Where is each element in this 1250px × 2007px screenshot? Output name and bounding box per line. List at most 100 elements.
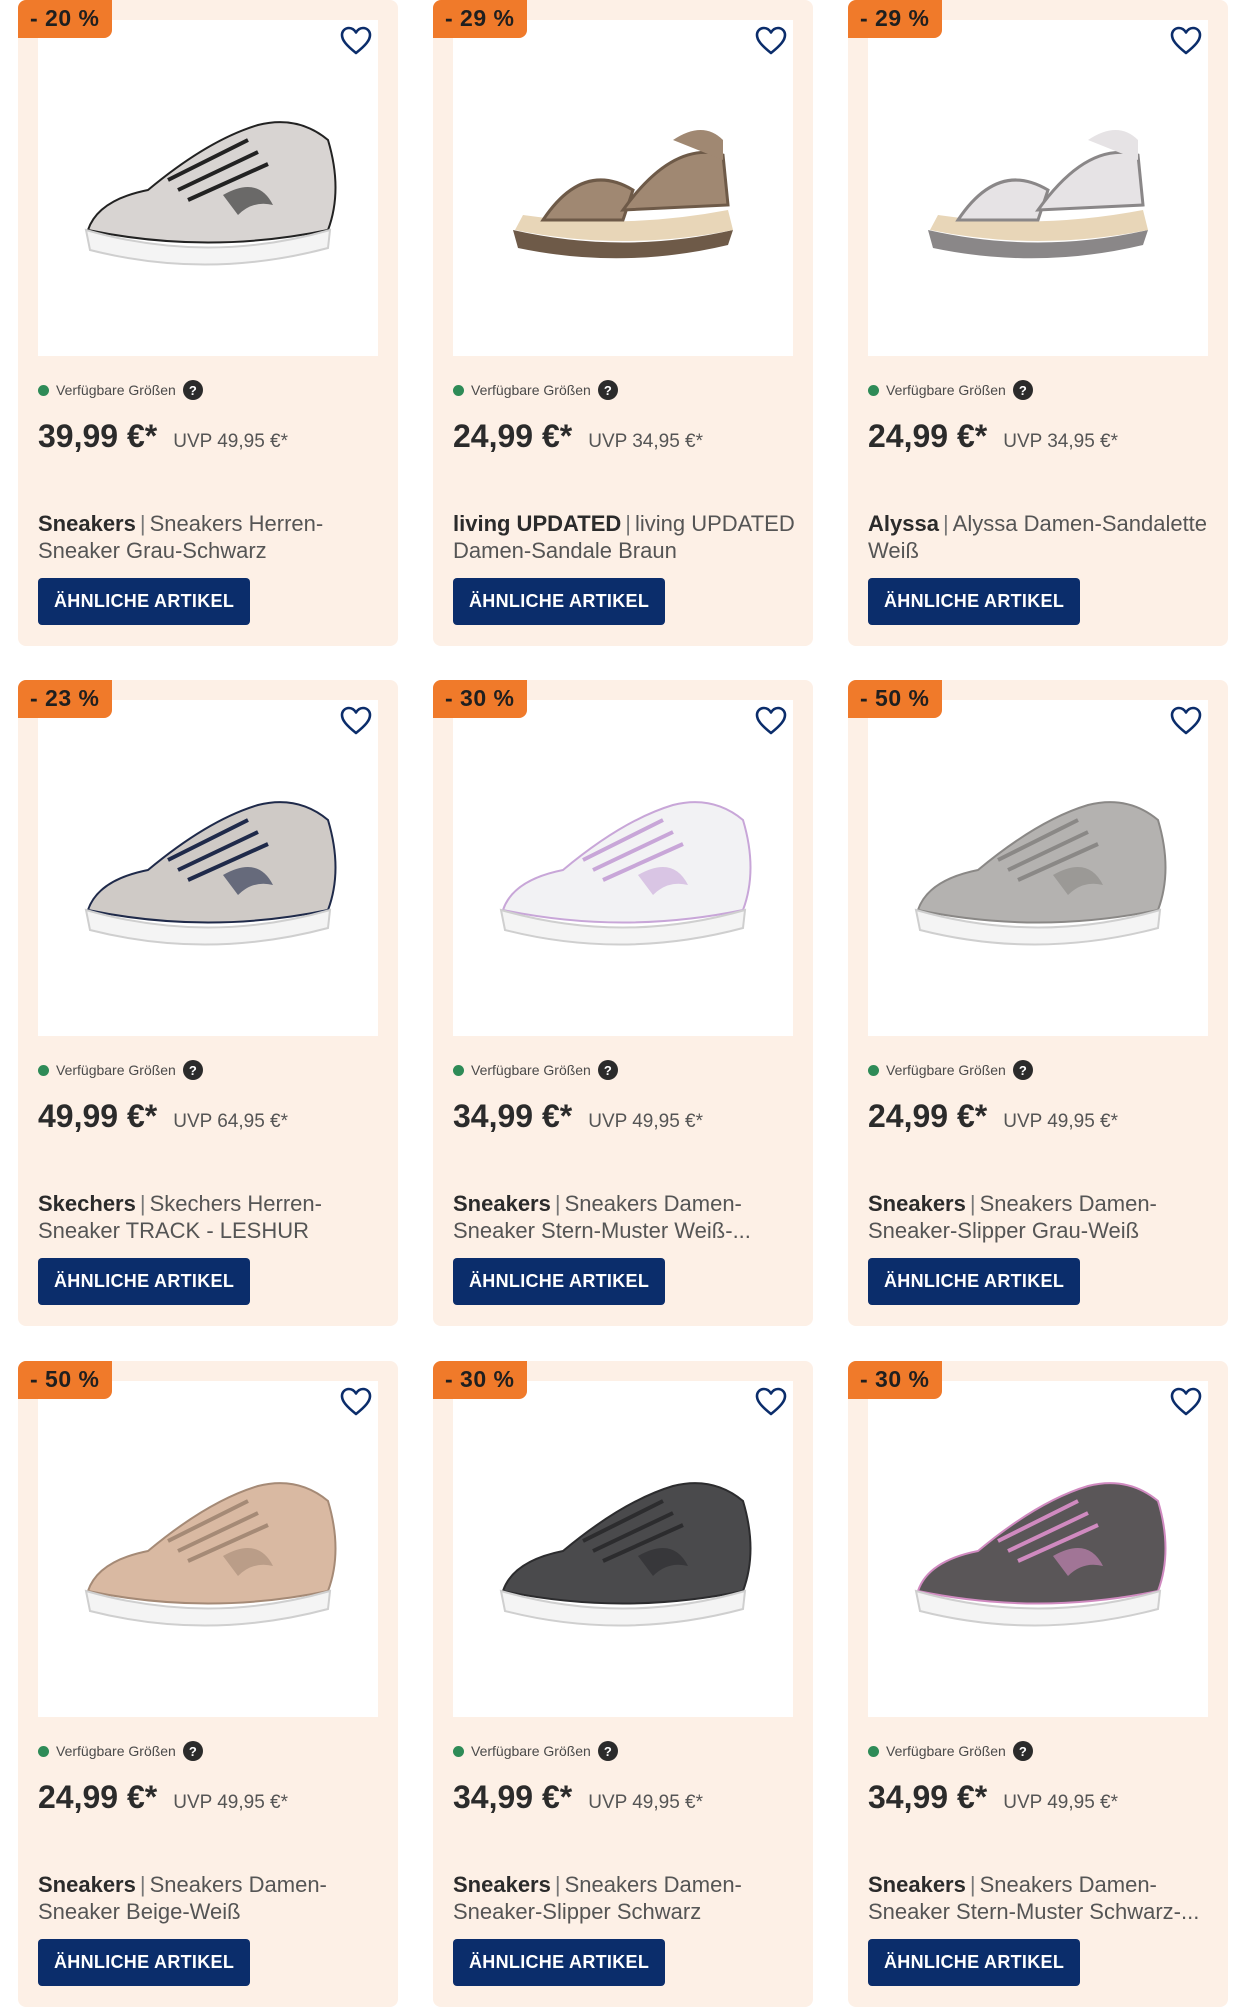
title-separator: | (942, 511, 949, 536)
product-image[interactable] (453, 700, 793, 1036)
similar-items-button[interactable]: ÄHNLICHE ARTIKEL (868, 578, 1081, 625)
wishlist-heart-icon[interactable] (1170, 706, 1202, 736)
available-sizes-label: Verfügbare Größen (886, 382, 1006, 398)
availability-dot-icon (868, 384, 879, 396)
product-brand: Skechers (38, 1191, 136, 1216)
price-row: 34,99 €* UVP 49,95 €* (453, 1098, 703, 1135)
uvp-price: UVP 49,95 €* (173, 1792, 289, 1813)
product-image[interactable] (868, 700, 1208, 1036)
similar-items-button[interactable]: ÄHNLICHE ARTIKEL (38, 1258, 251, 1305)
product-image[interactable] (38, 20, 378, 356)
help-icon[interactable]: ? (1012, 1741, 1033, 1761)
uvp-price: UVP 49,95 €* (588, 1111, 704, 1132)
sale-price: 34,99 €* (868, 1779, 988, 1815)
help-icon[interactable]: ? (182, 1060, 203, 1080)
wishlist-heart-icon[interactable] (340, 1387, 372, 1417)
product-brand: Sneakers (868, 1872, 966, 1897)
product-card[interactable]: - 50 % Verfügbare Größen ? 24,99 €* UVP … (18, 1361, 398, 2007)
uvp-price: UVP 34,95 €* (1003, 431, 1119, 452)
wishlist-heart-icon[interactable] (755, 26, 787, 56)
product-image[interactable] (453, 1381, 793, 1717)
sale-price: 24,99 €* (868, 418, 988, 454)
uvp-price: UVP 49,95 €* (173, 431, 289, 452)
product-card[interactable]: - 30 % Verfügbare Größen ? 34,99 €* UVP … (433, 1361, 813, 2007)
product-title[interactable]: Sneakers | Sneakers Damen-Sneaker Stern-Mu… (868, 1871, 1213, 1925)
wishlist-heart-icon[interactable] (755, 1387, 787, 1417)
help-icon[interactable]: ? (597, 1741, 618, 1761)
product-title[interactable]: Sneakers | Sneakers Damen-Sneaker-Slipper … (453, 1871, 798, 1925)
available-sizes[interactable]: Verfügbare Größen ? (453, 380, 618, 400)
product-title[interactable]: living UPDATED | living UPDATED Damen-Sand… (453, 510, 798, 564)
price-row: 34,99 €* UVP 49,95 €* (453, 1779, 703, 1816)
available-sizes[interactable]: Verfügbare Größen ? (453, 1060, 618, 1080)
product-brand: Sneakers (38, 511, 136, 536)
product-brand: Sneakers (453, 1191, 551, 1216)
product-brand: living UPDATED (453, 511, 622, 536)
similar-items-button[interactable]: ÄHNLICHE ARTIKEL (453, 1939, 666, 1986)
title-separator: | (139, 511, 146, 536)
help-icon[interactable]: ? (1012, 1060, 1033, 1080)
product-title[interactable]: Sneakers | Sneakers Damen-Sneaker-Slipper … (868, 1190, 1213, 1244)
product-image[interactable] (868, 1381, 1208, 1717)
product-card[interactable]: - 30 % Verfügbare Größen ? 34,99 €* UVP … (433, 680, 813, 1326)
availability-dot-icon (453, 1745, 464, 1757)
product-card[interactable]: - 23 % Verfügbare Größen ? 49,99 €* UVP … (18, 680, 398, 1326)
title-separator: | (139, 1191, 146, 1216)
similar-items-button[interactable]: ÄHNLICHE ARTIKEL (868, 1258, 1081, 1305)
product-image[interactable] (868, 20, 1208, 356)
product-card[interactable]: - 30 % Verfügbare Größen ? 34,99 €* UVP … (848, 1361, 1228, 2007)
product-title[interactable]: Skechers | Skechers Herren-Sneaker TRACK -… (38, 1190, 383, 1244)
help-icon[interactable]: ? (597, 380, 618, 400)
product-image[interactable] (38, 1381, 378, 1717)
available-sizes-label: Verfügbare Größen (471, 1743, 591, 1759)
available-sizes-label: Verfügbare Größen (56, 382, 176, 398)
help-icon[interactable]: ? (182, 380, 203, 400)
product-card[interactable]: - 50 % Verfügbare Größen ? 24,99 €* UVP … (848, 680, 1228, 1326)
sale-price: 34,99 €* (453, 1779, 573, 1815)
available-sizes[interactable]: Verfügbare Größen ? (38, 1741, 203, 1761)
available-sizes-label: Verfügbare Größen (471, 1062, 591, 1078)
product-grid: - 20 % Verfügbare Größen ? 39,99 €* UVP … (0, 0, 1250, 2007)
uvp-price: UVP 49,95 €* (1003, 1111, 1119, 1132)
similar-items-button[interactable]: ÄHNLICHE ARTIKEL (453, 578, 666, 625)
title-separator: | (139, 1872, 146, 1897)
available-sizes-label: Verfügbare Größen (886, 1062, 1006, 1078)
product-title[interactable]: Alyssa | Alyssa Damen-Sandalette Weiß (868, 510, 1213, 564)
discount-badge: - 30 % (848, 1361, 943, 1399)
product-title[interactable]: Sneakers | Sneakers Damen-Sneaker Beige-We… (38, 1871, 383, 1925)
price-row: 24,99 €* UVP 34,95 €* (453, 418, 703, 455)
discount-badge: - 29 % (433, 0, 528, 38)
wishlist-heart-icon[interactable] (1170, 1387, 1202, 1417)
product-title[interactable]: Sneakers | Sneakers Damen-Sneaker Stern-Mu… (453, 1190, 798, 1244)
available-sizes[interactable]: Verfügbare Größen ? (868, 1741, 1033, 1761)
similar-items-button[interactable]: ÄHNLICHE ARTIKEL (453, 1258, 666, 1305)
help-icon[interactable]: ? (597, 1060, 618, 1080)
wishlist-heart-icon[interactable] (340, 26, 372, 56)
product-image[interactable] (453, 20, 793, 356)
available-sizes-label: Verfügbare Größen (56, 1743, 176, 1759)
available-sizes[interactable]: Verfügbare Größen ? (38, 1060, 203, 1080)
similar-items-button[interactable]: ÄHNLICHE ARTIKEL (38, 578, 251, 625)
product-title[interactable]: Sneakers | Sneakers Herren-Sneaker Grau-Sc… (38, 510, 383, 564)
wishlist-heart-icon[interactable] (1170, 26, 1202, 56)
title-separator: | (554, 1191, 561, 1216)
product-card[interactable]: - 29 % Verfügbare Größen ? 24,99 €* UVP … (433, 0, 813, 646)
wishlist-heart-icon[interactable] (755, 706, 787, 736)
title-separator: | (969, 1872, 976, 1897)
price-row: 24,99 €* UVP 49,95 €* (868, 1098, 1118, 1135)
available-sizes-label: Verfügbare Größen (471, 382, 591, 398)
title-separator: | (625, 511, 631, 536)
available-sizes[interactable]: Verfügbare Größen ? (453, 1741, 618, 1761)
available-sizes[interactable]: Verfügbare Größen ? (38, 380, 203, 400)
product-card[interactable]: - 29 % Verfügbare Größen ? 24,99 €* UVP … (848, 0, 1228, 646)
product-card[interactable]: - 20 % Verfügbare Größen ? 39,99 €* UVP … (18, 0, 398, 646)
wishlist-heart-icon[interactable] (340, 706, 372, 736)
help-icon[interactable]: ? (182, 1741, 203, 1761)
available-sizes[interactable]: Verfügbare Größen ? (868, 1060, 1033, 1080)
similar-items-button[interactable]: ÄHNLICHE ARTIKEL (38, 1939, 251, 1986)
available-sizes[interactable]: Verfügbare Größen ? (868, 380, 1033, 400)
help-icon[interactable]: ? (1012, 380, 1033, 400)
similar-items-button[interactable]: ÄHNLICHE ARTIKEL (868, 1939, 1081, 1986)
product-image[interactable] (38, 700, 378, 1036)
title-separator: | (969, 1191, 976, 1216)
